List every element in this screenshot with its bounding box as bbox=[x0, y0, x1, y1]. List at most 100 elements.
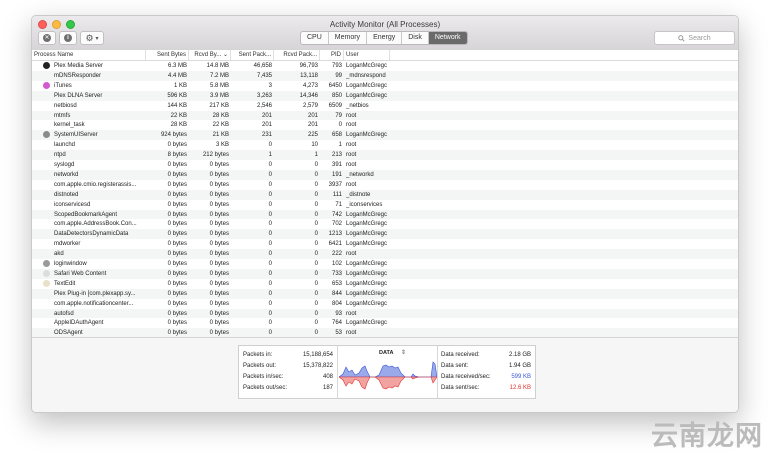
process-name: SystemUIServer bbox=[54, 132, 98, 139]
cell-rp: 0 bbox=[314, 270, 318, 277]
table-row[interactable]: TextEdit 0 bytes 0 bytes 0 0 653 LoganMcGregc bbox=[32, 279, 738, 289]
cell-sent: 0 bytes bbox=[167, 201, 187, 208]
data-sent-value: 1.94 GB bbox=[508, 363, 531, 369]
column-header-pid[interactable]: PID bbox=[320, 50, 344, 60]
table-row[interactable]: com.apple.notificationcenter... 0 bytes 0 … bbox=[32, 299, 738, 309]
cell-sent: 0 bytes bbox=[167, 300, 187, 307]
column-header-sent-packets[interactable]: Sent Pack... bbox=[231, 50, 274, 60]
table-row[interactable]: AppleIDAuthAgent 0 bytes 0 bytes 0 0 764 Logan… bbox=[32, 318, 738, 328]
column-header-sent-bytes[interactable]: Sent Bytes bbox=[146, 50, 189, 60]
table-row[interactable]: ScopedBookmarkAgent 0 bytes 0 bytes 0 0 742 Lo… bbox=[32, 209, 738, 220]
cell-pid: 99 bbox=[335, 72, 342, 79]
table-row[interactable]: mtmfs 22 KB 28 KB 201 201 79 root bbox=[32, 110, 738, 121]
tab-energy[interactable]: Energy bbox=[367, 32, 403, 44]
packets-out-label: Packets out: bbox=[243, 363, 277, 369]
table-row[interactable]: Plex Plug-in [com.plexapp.sy... 0 bytes 0 … bbox=[32, 288, 738, 299]
graph-mode-toggle-icon[interactable]: ⇕ bbox=[401, 348, 406, 358]
table-row[interactable]: SystemUIServer 924 bytes 21 KB 231 225 658 Log… bbox=[32, 130, 738, 141]
quit-process-button[interactable]: ✕ bbox=[38, 31, 56, 45]
data-sent-sec-label: Data sent/sec: bbox=[441, 385, 480, 391]
cell-sent: 0 bytes bbox=[167, 290, 187, 297]
cell-rp: 0 bbox=[314, 320, 318, 327]
table-row[interactable]: Safari Web Content 0 bytes 0 bytes 0 0 733 Log… bbox=[32, 268, 738, 279]
action-menu-button[interactable]: ⚙ ▾ bbox=[80, 31, 104, 45]
table-row[interactable]: iTunes 1 KB 5.8 MB 3 4,273 6450 LoganMcGregc bbox=[32, 81, 738, 91]
table-row[interactable]: launchd 0 bytes 3 KB 0 10 1 root bbox=[32, 140, 738, 150]
column-header-process-name[interactable]: Process Name bbox=[32, 50, 146, 60]
column-header-rcvd-bytes[interactable]: Rcvd By... ⌄ bbox=[189, 50, 231, 60]
cell-pid: 93 bbox=[335, 310, 342, 317]
cell-user: LoganMcGregc bbox=[346, 270, 388, 277]
table-row[interactable]: networkd 0 bytes 0 bytes 0 0 191 _networkd bbox=[32, 169, 738, 180]
sort-descending-icon: ⌄ bbox=[222, 52, 228, 58]
cell-rcvd: 3.9 MB bbox=[209, 92, 229, 99]
data-received-value: 2.18 GB bbox=[508, 352, 531, 358]
table-row[interactable]: autofsd 0 bytes 0 bytes 0 0 93 root bbox=[32, 308, 738, 319]
process-name: ntpd bbox=[54, 152, 66, 159]
inspect-process-button[interactable]: i bbox=[59, 31, 77, 45]
table-row[interactable]: syslogd 0 bytes 0 bytes 0 0 391 root bbox=[32, 160, 738, 170]
table-row[interactable]: mDNSResponder 4.4 MB 7.2 MB 7,435 13,118 99 _m… bbox=[32, 70, 738, 81]
tab-cpu[interactable]: CPU bbox=[301, 32, 329, 44]
process-name: akd bbox=[54, 251, 64, 258]
table-row[interactable]: mdworker 0 bytes 0 bytes 0 0 6421 LoganMcGregc bbox=[32, 239, 738, 249]
cell-rp: 0 bbox=[314, 251, 318, 258]
packets-out-value: 15,378,822 bbox=[302, 363, 333, 369]
cell-pid: 6421 bbox=[328, 241, 342, 248]
cell-rp: 0 bbox=[314, 261, 318, 267]
cell-rp: 0 bbox=[314, 211, 318, 218]
table-row[interactable]: iconservicesd 0 bytes 0 bytes 0 0 71 _iconserv… bbox=[32, 200, 738, 210]
cell-rp: 13,118 bbox=[300, 72, 318, 79]
cell-sent: 22 KB bbox=[170, 112, 187, 119]
cell-rp: 0 bbox=[314, 241, 318, 248]
table-row[interactable]: Plex DLNA Server 596 KB 3.9 MB 3,263 14,346 8… bbox=[32, 90, 738, 101]
cell-pid: 102 bbox=[331, 261, 342, 267]
cell-rcvd: 0 bytes bbox=[209, 241, 229, 248]
process-name: TextEdit bbox=[54, 280, 76, 287]
cell-sent: 0 bytes bbox=[167, 261, 187, 267]
cell-rcvd: 0 bytes bbox=[209, 320, 229, 327]
table-row[interactable]: Plex Media Server 6.3 MB 14.8 MB 46,658 96,7… bbox=[32, 61, 738, 71]
cell-rcvd: 0 bytes bbox=[209, 201, 229, 208]
process-name: DataDetectorsDynamicData bbox=[54, 231, 129, 238]
cell-sent: 28 KB bbox=[170, 122, 187, 129]
column-header-rcvd-packets[interactable]: Rcvd Pack... bbox=[274, 50, 320, 60]
table-row[interactable]: akd 0 bytes 0 bytes 0 0 222 root bbox=[32, 249, 738, 259]
tab-memory[interactable]: Memory bbox=[329, 32, 368, 44]
table-row[interactable]: loginwindow 0 bytes 0 bytes 0 0 102 LoganMcGre… bbox=[32, 259, 738, 269]
process-name: mDNSResponder bbox=[54, 72, 102, 79]
process-name: Plex Media Server bbox=[54, 63, 104, 69]
network-summary-panel: Packets in: 15,188,654 Packets out: 15,3… bbox=[32, 337, 738, 412]
table-row[interactable]: netbiosd 144 KB 217 KB 2,546 2,579 6509 _netbi… bbox=[32, 101, 738, 111]
cell-user: LoganMcGregc bbox=[346, 231, 388, 238]
cell-sp: 0 bbox=[268, 211, 272, 218]
app-icon bbox=[43, 260, 50, 267]
packets-in-sec-value: 408 bbox=[322, 374, 333, 380]
table-row[interactable]: DataDetectorsDynamicData 0 bytes 0 bytes 0 0… bbox=[32, 229, 738, 240]
tab-network[interactable]: Network bbox=[428, 32, 467, 44]
table-header: Process Name Sent Bytes Rcvd By... ⌄ Sen… bbox=[32, 50, 738, 61]
cell-sent: 0 bytes bbox=[167, 181, 187, 188]
cell-rcvd: 217 KB bbox=[209, 102, 229, 109]
cell-sp: 0 bbox=[268, 300, 272, 307]
process-name: launchd bbox=[54, 142, 76, 149]
table-row[interactable]: com.apple.AddressBook.Con... 0 bytes 0 byt… bbox=[32, 219, 738, 229]
cell-rcvd: 0 bytes bbox=[209, 280, 229, 287]
column-header-user[interactable]: User bbox=[344, 50, 390, 60]
table-row[interactable]: com.apple.cmio.registerassis... 0 bytes 0 … bbox=[32, 180, 738, 190]
cell-sp: 0 bbox=[268, 231, 272, 238]
tab-disk[interactable]: Disk bbox=[402, 32, 429, 44]
table-row[interactable]: ntpd 8 bytes 212 bytes 1 1 213 root bbox=[32, 150, 738, 160]
table-row[interactable]: kernel_task 28 KB 22 KB 201 201 0 root bbox=[32, 120, 738, 130]
search-placeholder: Search bbox=[688, 34, 711, 42]
cell-pid: 71 bbox=[335, 201, 342, 208]
cell-pid: 764 bbox=[331, 320, 342, 327]
cell-sp: 0 bbox=[268, 181, 272, 188]
process-name: Plex DLNA Server bbox=[54, 92, 103, 99]
search-input[interactable]: Search bbox=[654, 31, 735, 45]
cell-pid: 742 bbox=[331, 211, 342, 218]
cell-rp: 0 bbox=[314, 280, 318, 287]
cell-rp: 0 bbox=[314, 300, 318, 307]
close-icon: ✕ bbox=[43, 34, 51, 42]
table-row[interactable]: distnoted 0 bytes 0 bytes 0 0 111 _distnote bbox=[32, 189, 738, 200]
